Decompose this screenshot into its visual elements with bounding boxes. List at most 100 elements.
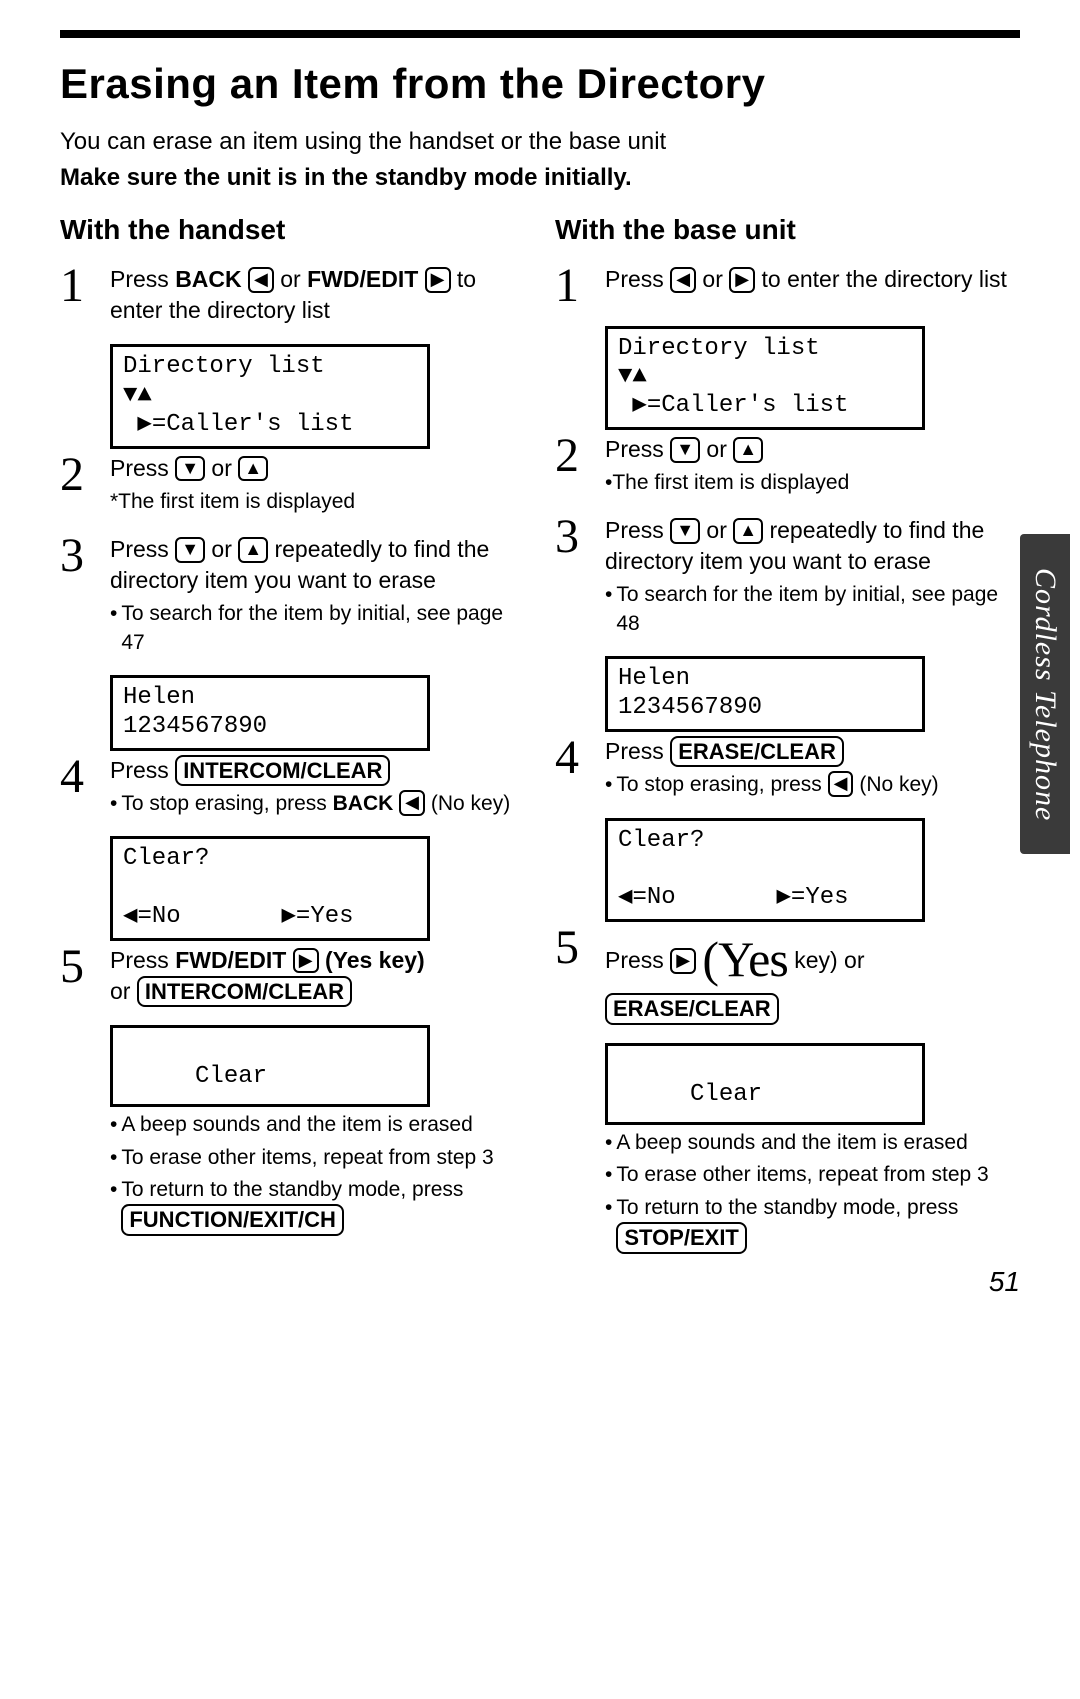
screen-line: ▶=Caller's list bbox=[618, 392, 848, 419]
step-body: Press FWD/EDIT ▶ (Yes key) or INTERCOM/C… bbox=[110, 945, 525, 1008]
text: Press bbox=[110, 536, 175, 562]
bullet: To return to the standby mode, press FUN… bbox=[110, 1176, 525, 1236]
base-step-1: 1 Press ◀ or ▶ to enter the directory li… bbox=[555, 264, 1020, 307]
down-arrow-icon: ▼ bbox=[175, 456, 205, 482]
text: key) or bbox=[794, 947, 864, 973]
bullet: To search for the item by initial, see p… bbox=[110, 600, 525, 657]
bullet: To stop erasing, press ◀ (No key) bbox=[605, 771, 1020, 799]
fwd-label: FWD/EDIT bbox=[175, 947, 286, 973]
right-arrow-icon: ▶ bbox=[425, 267, 451, 293]
bullet: To return to the standby mode, press STO… bbox=[605, 1194, 1020, 1254]
screen-line: Helen bbox=[618, 665, 690, 692]
text: To stop erasing, press bbox=[121, 792, 332, 815]
text: or bbox=[706, 436, 733, 462]
step-body: Press INTERCOM/CLEAR To stop erasing, pr… bbox=[110, 755, 525, 819]
screen-line: ▼▲ bbox=[618, 363, 647, 390]
manual-page: Erasing an Item from the Directory You c… bbox=[0, 0, 1080, 1338]
text: To return to the standby mode, press bbox=[121, 1178, 463, 1201]
base-step-4: 4 Press ERASE/CLEAR To stop erasing, pre… bbox=[555, 736, 1020, 800]
handset-step-1: 1 Press BACK ◀ or FWD/EDIT ▶ to enter th… bbox=[60, 264, 525, 326]
step-body: Press ▼ or ▲ repeatedly to find the dire… bbox=[110, 534, 525, 657]
step-number: 2 bbox=[555, 434, 589, 477]
lcd-screen: Clear bbox=[110, 1025, 430, 1107]
handset-step-4: 4 Press INTERCOM/CLEAR To stop erasing, … bbox=[60, 755, 525, 819]
function-exit-button: FUNCTION/EXIT/CH bbox=[121, 1204, 344, 1236]
screen-line: Directory list bbox=[123, 353, 325, 380]
back-label: BACK bbox=[175, 266, 241, 292]
screen-line: Helen bbox=[123, 684, 195, 711]
note: *The first item is displayed bbox=[110, 488, 525, 516]
text: or bbox=[211, 536, 238, 562]
handset-step-2: 2 Press ▼ or ▲ *The first item is displa… bbox=[60, 453, 525, 516]
screen-line: Directory list bbox=[618, 335, 820, 362]
text: or bbox=[706, 517, 733, 543]
base-step-2: 2 Press ▼ or ▲ •The first item is displa… bbox=[555, 434, 1020, 497]
bullet: To erase other items, repeat from step 3 bbox=[110, 1144, 525, 1172]
text: Press bbox=[110, 266, 175, 292]
screen-line: Clear? bbox=[618, 827, 704, 854]
handset-column: With the handset 1 Press BACK ◀ or FWD/E… bbox=[60, 214, 525, 1253]
step-body: Press ▼ or ▲ •The first item is displaye… bbox=[605, 434, 1020, 497]
fwd-label: FWD/EDIT bbox=[307, 266, 418, 292]
bullet: A beep sounds and the item is erased bbox=[605, 1129, 1020, 1157]
page-number: 51 bbox=[60, 1266, 1020, 1298]
text: To search for the item by initial, see p… bbox=[121, 600, 525, 657]
handset-heading: With the handset bbox=[60, 214, 525, 246]
two-columns: With the handset 1 Press BACK ◀ or FWD/E… bbox=[60, 214, 1020, 1253]
intercom-clear-button: INTERCOM/CLEAR bbox=[137, 976, 352, 1008]
text: or bbox=[211, 455, 238, 481]
screen-line: Clear? bbox=[123, 845, 209, 872]
right-arrow-icon: ▶ bbox=[670, 948, 696, 974]
lcd-screen: Helen 1234567890 bbox=[605, 656, 925, 732]
text: A beep sounds and the item is erased bbox=[616, 1129, 967, 1157]
screen-line: ▶=Caller's list bbox=[123, 411, 353, 438]
screen-line: ◀=No ▶=Yes bbox=[618, 884, 849, 911]
screen-line: Clear bbox=[618, 1081, 762, 1108]
up-arrow-icon: ▲ bbox=[733, 437, 763, 463]
step-notes: A beep sounds and the item is erased To … bbox=[110, 1111, 525, 1236]
text: To stop erasing, press bbox=[616, 773, 827, 796]
step-number: 1 bbox=[60, 264, 94, 307]
screen-line: ◀=No ▶=Yes bbox=[123, 903, 354, 930]
lcd-screen: Directory list ▼▲ ▶=Caller's list bbox=[110, 344, 430, 448]
down-arrow-icon: ▼ bbox=[175, 537, 205, 563]
yes-big-label: (Yes bbox=[702, 931, 787, 987]
text: Press bbox=[110, 947, 175, 973]
base-heading: With the base unit bbox=[555, 214, 1020, 246]
lcd-screen: Helen 1234567890 bbox=[110, 675, 430, 751]
right-arrow-icon: ▶ bbox=[729, 267, 755, 293]
step-number: 5 bbox=[60, 945, 94, 988]
up-arrow-icon: ▲ bbox=[238, 537, 268, 563]
text: or bbox=[280, 266, 307, 292]
step-number: 3 bbox=[60, 534, 94, 577]
text: To erase other items, repeat from step 3 bbox=[616, 1161, 988, 1189]
right-arrow-icon: ▶ bbox=[293, 948, 319, 974]
text: or bbox=[110, 978, 137, 1004]
screen-line: 1234567890 bbox=[618, 694, 762, 721]
text: To return to the standby mode, press bbox=[616, 1196, 958, 1219]
text: Press bbox=[605, 436, 670, 462]
intercom-clear-button: INTERCOM/CLEAR bbox=[175, 755, 390, 787]
up-arrow-icon: ▲ bbox=[733, 518, 763, 544]
lcd-screen: Clear bbox=[605, 1043, 925, 1125]
side-tab: Cordless Telephone bbox=[1020, 534, 1070, 854]
yes-label: (Yes key) bbox=[325, 947, 425, 973]
text: Press bbox=[110, 455, 175, 481]
step-notes: A beep sounds and the item is erased To … bbox=[605, 1129, 1020, 1254]
text: A beep sounds and the item is erased bbox=[121, 1111, 472, 1139]
text: Press bbox=[605, 738, 670, 764]
screen-line: 1234567890 bbox=[123, 713, 267, 740]
handset-step-3: 3 Press ▼ or ▲ repeatedly to find the di… bbox=[60, 534, 525, 657]
text: To erase other items, repeat from step 3 bbox=[121, 1144, 493, 1172]
step-number: 2 bbox=[60, 453, 94, 496]
down-arrow-icon: ▼ bbox=[670, 437, 700, 463]
intro-text: You can erase an item using the handset … bbox=[60, 126, 1020, 158]
step-body: Press ▼ or ▲ *The first item is displaye… bbox=[110, 453, 525, 516]
note: •The first item is displayed bbox=[605, 469, 1020, 497]
top-rule bbox=[60, 30, 1020, 38]
back-label: BACK bbox=[333, 792, 394, 815]
step-body: Press ERASE/CLEAR To stop erasing, press… bbox=[605, 736, 1020, 800]
lcd-screen: Clear? ◀=No ▶=Yes bbox=[605, 818, 925, 922]
stop-exit-button: STOP/EXIT bbox=[616, 1222, 747, 1254]
erase-clear-button: ERASE/CLEAR bbox=[605, 993, 779, 1025]
